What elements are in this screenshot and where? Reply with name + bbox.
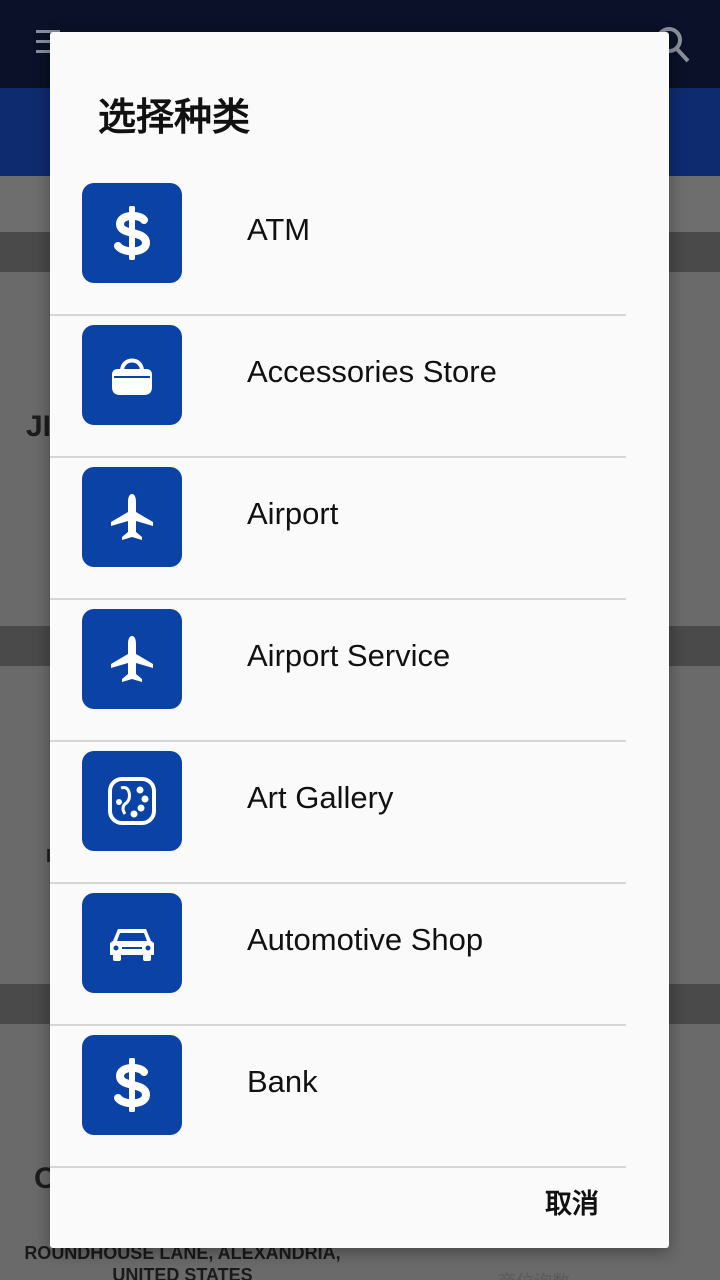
category-label: Bank <box>247 1064 318 1099</box>
category-label: Airport Service <box>247 638 451 673</box>
cancel-button[interactable]: 取消 <box>545 1182 599 1221</box>
place-meta: 商位询数 <box>498 1268 570 1280</box>
category-label: Art Gallery <box>247 780 394 815</box>
handbag-icon <box>82 325 182 425</box>
category-item-airport[interactable]: Airport <box>50 458 626 600</box>
category-item-art-gallery[interactable]: Art Gallery <box>50 742 626 884</box>
category-item-bank[interactable]: Bank <box>50 1026 626 1168</box>
dialog-title: 选择种类 <box>98 95 251 139</box>
airplane-icon <box>82 467 182 567</box>
car-icon <box>82 893 182 993</box>
category-dialog: 选择种类 ATM Accessories Store Airport Airpo… <box>50 32 669 1248</box>
category-item-atm[interactable]: ATM <box>50 174 626 316</box>
category-item-automotive-shop[interactable]: Automotive Shop <box>50 884 626 1026</box>
category-item-accessories-store[interactable]: Accessories Store <box>50 316 626 458</box>
category-item-airport-service[interactable]: Airport Service <box>50 600 626 742</box>
place-name: JI <box>26 410 52 443</box>
category-label: Automotive Shop <box>247 922 484 957</box>
palette-icon <box>82 751 182 851</box>
category-label: ATM <box>247 212 311 247</box>
dollar-icon <box>82 1035 182 1135</box>
dollar-icon <box>82 183 182 283</box>
airplane-icon <box>82 609 182 709</box>
category-list: ATM Accessories Store Airport Airport Se… <box>50 174 626 1168</box>
category-label: Accessories Store <box>247 354 497 389</box>
category-label: Airport <box>247 496 339 531</box>
